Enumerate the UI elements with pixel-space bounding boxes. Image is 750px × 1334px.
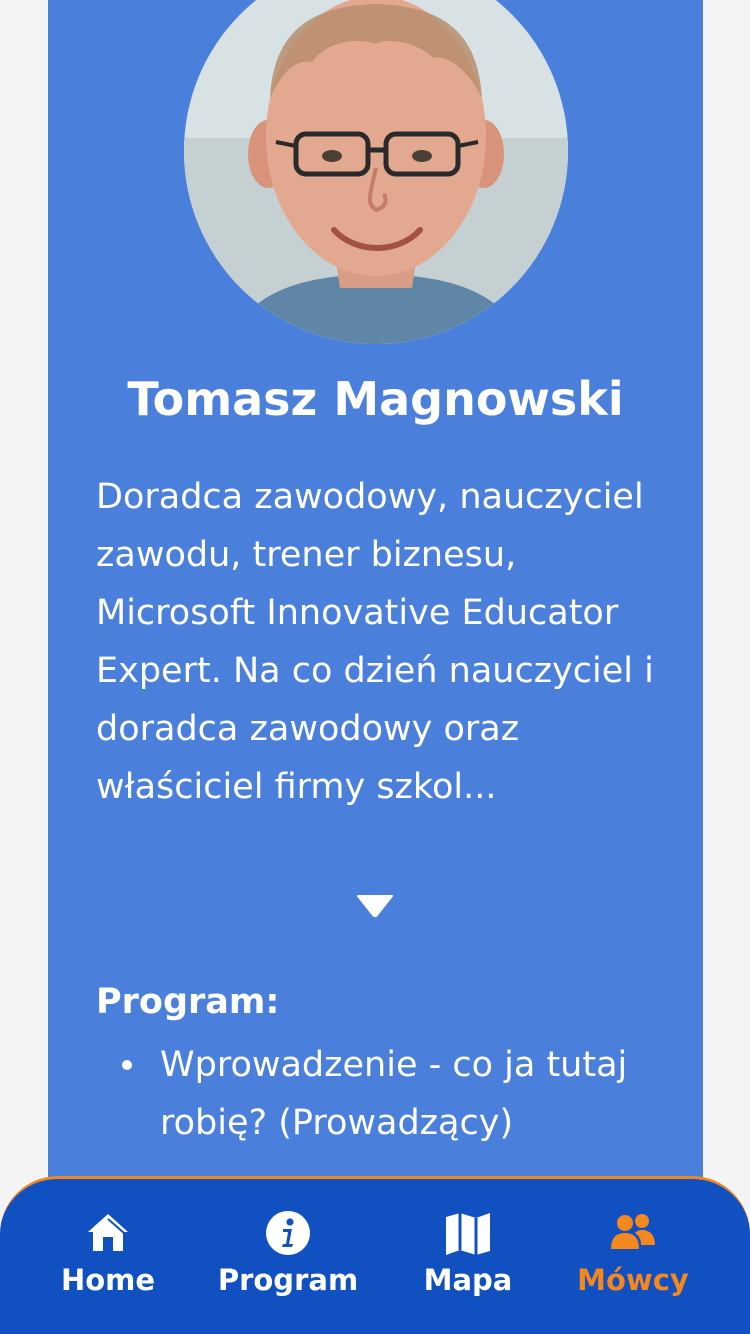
bullet-icon <box>122 1060 132 1070</box>
nav-item-label: Home <box>60 1263 156 1297</box>
info-icon <box>266 1211 310 1255</box>
program-list: Wprowadzenie - co ja tutaj robię? (Prowa… <box>96 1036 656 1152</box>
program-heading: Program: <box>96 982 280 1022</box>
speaker-name: Tomasz Magnowski <box>127 372 624 426</box>
nav-item-label: Mapa <box>423 1263 513 1297</box>
bottom-navigation: Home Program Mapa Mówcy <box>0 1176 750 1334</box>
nav-item-label: Mówcy <box>577 1263 689 1297</box>
home-icon <box>88 1214 128 1251</box>
program-item[interactable]: Wprowadzenie - co ja tutaj robię? (Prowa… <box>96 1036 656 1152</box>
map-icon <box>446 1213 490 1255</box>
speaker-screen: Tomasz Magnowski Doradca zawodowy, naucz… <box>0 0 750 1334</box>
nav-item-home[interactable]: Home <box>48 1179 168 1334</box>
chevron-down-icon <box>357 895 393 918</box>
nav-item-label: Program <box>217 1263 359 1297</box>
program-item-label: Wprowadzenie - co ja tutaj robię? (Prowa… <box>160 1045 628 1143</box>
nav-item-map[interactable]: Mapa <box>408 1179 528 1334</box>
speaker-bio: Doradca zawodowy, nauczyciel zawodu, tre… <box>96 477 654 807</box>
nav-item-program[interactable]: Program <box>208 1179 368 1334</box>
expand-bio-button[interactable] <box>356 893 394 919</box>
nav-item-speakers[interactable]: Mówcy <box>566 1179 700 1334</box>
people-icon <box>611 1214 655 1249</box>
